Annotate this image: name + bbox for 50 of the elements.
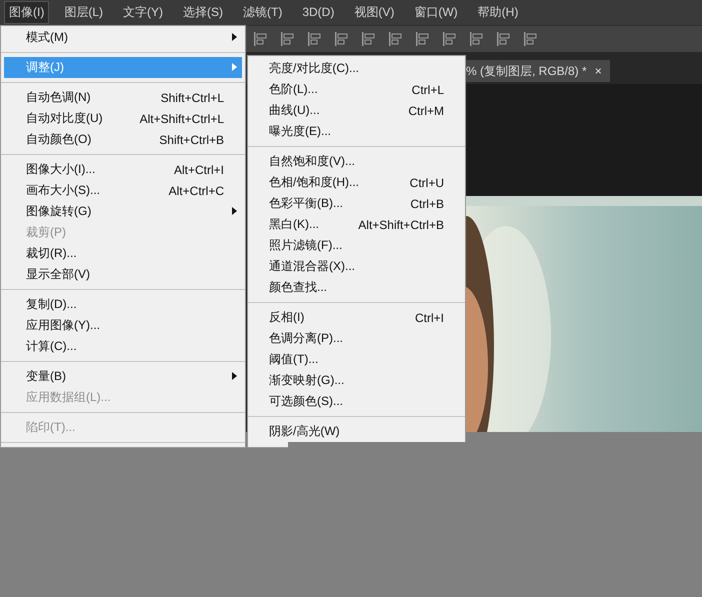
menu-option[interactable]: 阈值(T)...	[251, 349, 462, 370]
menu-option[interactable]: 模式(M)	[4, 27, 242, 48]
menu-item[interactable]: 视图(V)	[349, 1, 400, 24]
menu-option[interactable]: 色彩平衡(B)... Ctrl+B	[251, 193, 462, 214]
align-icon[interactable]	[333, 31, 349, 47]
menu-option[interactable]: 反相(I) Ctrl+I	[251, 307, 462, 328]
menu-option[interactable]: 可选颜色(S)...	[251, 391, 462, 412]
menu-option[interactable]: 色阶(L)... Ctrl+L	[251, 79, 462, 100]
menu-option[interactable]: 自动颜色(O) Shift+Ctrl+B	[4, 129, 242, 150]
menu-option[interactable]: 渐变映射(G)...	[251, 370, 462, 391]
menu-option[interactable]: 变量(B)	[4, 366, 242, 387]
menu-option[interactable]: 色相/饱和度(H)... Ctrl+U	[251, 172, 462, 193]
menu-option[interactable]: 黑白(K)... Alt+Shift+Ctrl+B	[251, 214, 462, 235]
align-icon[interactable]	[495, 31, 511, 47]
menu-option[interactable]: 颜色查找...	[251, 277, 462, 298]
menu-option[interactable]: 自然饱和度(V)...	[251, 151, 462, 172]
menu-option[interactable]: 通道混合器(X)...	[251, 256, 462, 277]
menu-option[interactable]: 曝光度(E)...	[251, 121, 462, 142]
menu-item[interactable]: 3D(D)	[297, 1, 340, 24]
menu-item[interactable]: 图层(L)	[59, 1, 108, 24]
align-icon[interactable]	[279, 31, 295, 47]
align-icon[interactable]	[387, 31, 403, 47]
menu-item[interactable]: 选择(S)	[178, 1, 228, 24]
menu-item[interactable]: 滤镜(T)	[238, 1, 288, 24]
menu-option[interactable]: 自动对比度(U) Alt+Shift+Ctrl+L	[4, 108, 242, 129]
menu-option[interactable]: 阴影/高光(W)	[251, 421, 462, 442]
align-icon[interactable]	[360, 31, 376, 47]
menu-option[interactable]: 复制(D)...	[4, 294, 242, 315]
menu-option[interactable]: 应用图像(Y)...	[4, 315, 242, 336]
align-icon[interactable]	[414, 31, 430, 47]
menu-item[interactable]: 窗口(W)	[409, 1, 463, 24]
menu-option[interactable]: 曲线(U)... Ctrl+M	[251, 100, 462, 121]
align-icon[interactable]	[252, 31, 268, 47]
menu-option[interactable]: 图像大小(I)... Alt+Ctrl+I	[4, 159, 242, 180]
menu-item[interactable]: 帮助(H)	[472, 1, 524, 24]
align-icon[interactable]	[522, 31, 538, 47]
menu-option[interactable]: 计算(C)...	[4, 336, 242, 357]
menu-option[interactable]: 自动色调(N) Shift+Ctrl+L	[4, 87, 242, 108]
menu-option[interactable]: 裁切(R)...	[4, 243, 242, 264]
menu-option[interactable]: 显示全部(V)	[4, 264, 242, 285]
menu-option[interactable]: 色调分离(P)...	[251, 328, 462, 349]
menu-item[interactable]: 文字(Y)	[118, 1, 168, 24]
align-icon[interactable]	[306, 31, 322, 47]
align-icon[interactable]	[468, 31, 484, 47]
menu-item[interactable]: 图像(I)	[4, 1, 50, 24]
menu-option[interactable]: 画布大小(S)... Alt+Ctrl+C	[4, 180, 242, 201]
close-button[interactable]: ×	[594, 64, 602, 78]
menu-option[interactable]: 照片滤镜(F)...	[251, 235, 462, 256]
menu-option[interactable]: 图像旋转(G)	[4, 201, 242, 222]
align-icon[interactable]	[441, 31, 457, 47]
